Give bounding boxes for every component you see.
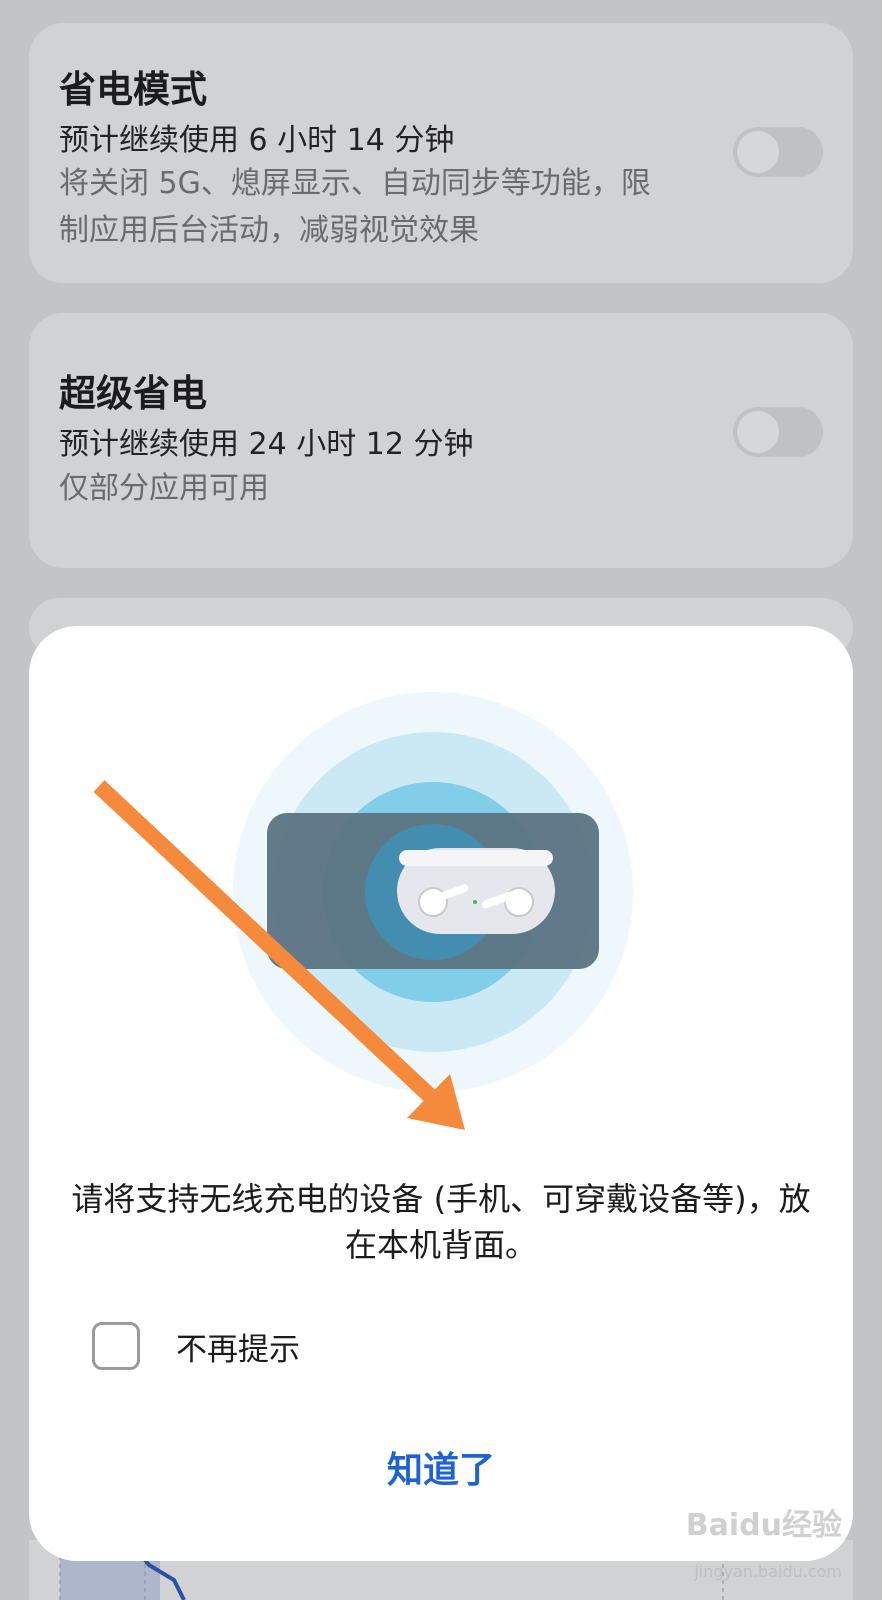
watermark-logo: Baidu经验 [685, 1508, 842, 1543]
toggle-knob [737, 411, 779, 453]
dialog-message: 请将支持无线充电的设备 (手机、可穿戴设备等)，放在本机背面。 [71, 1180, 811, 1264]
power-saving-estimate: 预计继续使用 6 小时 14 分钟 [59, 123, 455, 158]
dont-show-again-checkbox[interactable] [92, 1322, 140, 1370]
dont-show-again-label: 不再提示 [176, 1331, 300, 1368]
toggle-knob [737, 131, 779, 173]
screen: 省电模式 预计继续使用 6 小时 14 分钟 将关闭 5G、熄屏显示、自动同步等… [0, 0, 882, 1600]
wireless-charging-dialog: 请将支持无线充电的设备 (手机、可穿戴设备等)，放在本机背面。 不再提示 知道了 [29, 626, 853, 1561]
wireless-reverse-charging-earbuds-icon [93, 692, 633, 1130]
power-saving-card[interactable]: 省电模式 预计继续使用 6 小时 14 分钟 将关闭 5G、熄屏显示、自动同步等… [29, 23, 853, 283]
super-saving-toggle[interactable] [733, 407, 823, 457]
power-saving-title: 省电模式 [59, 68, 207, 111]
super-saving-card[interactable]: 超级省电 预计继续使用 24 小时 12 分钟 仅部分应用可用 [29, 313, 853, 568]
super-saving-estimate: 预计继续使用 24 小时 12 分钟 [59, 427, 474, 462]
super-saving-title: 超级省电 [59, 372, 207, 415]
power-saving-description: 将关闭 5G、熄屏显示、自动同步等功能，限制应用后台活动，减弱视觉效果 [59, 166, 651, 248]
dont-show-again-row[interactable]: 不再提示 [92, 1321, 300, 1371]
super-saving-description: 仅部分应用可用 [59, 471, 269, 506]
watermark-url: jingyan.baidu.com [694, 1562, 842, 1581]
power-saving-toggle[interactable] [733, 127, 823, 177]
confirm-button[interactable]: 知道了 [341, 1441, 541, 1501]
